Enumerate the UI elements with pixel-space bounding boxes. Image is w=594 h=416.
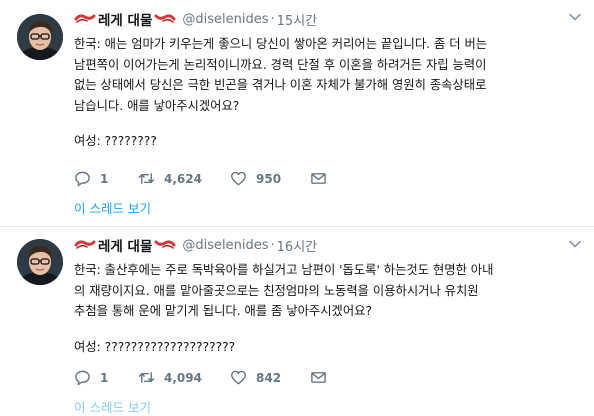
separator-dot: ·: [270, 11, 275, 27]
avatar[interactable]: [17, 239, 63, 285]
tweet-text-line: 남편쪽이 이어가는게 논리적이니까요. 경력 단절 후 이혼을 하려거든 자립 …: [74, 57, 487, 72]
envelope-icon: [311, 372, 326, 383]
korea-flag-emoji-icon: [154, 14, 176, 23]
tweet-text-line: 여성: ????????: [74, 134, 157, 148]
user-handle[interactable]: @diselenides: [182, 238, 268, 253]
tweet[interactable]: 레게 대물 @diselenides · 15시간 한국: 애는 엄마가 키우는…: [0, 0, 594, 226]
retweet-count: 4,624: [164, 171, 202, 186]
direct-message-button[interactable]: [310, 170, 327, 187]
tweet-text-line: 한국: 애는 엄마가 키우는게 좋으니 당신이 쌓아온 커리어는 끝입니다. 좀…: [74, 37, 488, 51]
chevron-down-icon[interactable]: [568, 10, 582, 24]
tweet-text-line: 남습니다. 애를 낳아주시겠어요?: [74, 98, 240, 113]
display-name[interactable]: 레게 대물: [98, 235, 152, 255]
like-count: 842: [256, 370, 282, 385]
like-button[interactable]: 842: [230, 369, 310, 386]
chevron-down-icon[interactable]: [568, 237, 582, 251]
like-button[interactable]: 950: [230, 170, 310, 187]
korea-flag-emoji-icon: [154, 240, 176, 249]
tweet-text-line: 여성: ????????????????????: [74, 339, 236, 354]
envelope-icon: [311, 173, 326, 184]
reply-button[interactable]: 1: [74, 369, 138, 386]
retweet-icon: [138, 372, 155, 383]
retweet-button[interactable]: 4,094: [138, 369, 230, 386]
tweet-text-line: 추첨을 통해 운에 맡기게 됩니다. 애를 좀 낳아주시겠어요?: [74, 304, 372, 318]
timestamp[interactable]: 15시간: [277, 10, 317, 29]
tweet-content: 레게 대물 @diselenides · 15시간 한국: 애는 엄마가 키우는…: [74, 9, 580, 152]
tweet-content: 레게 대물 @diselenides · 16시간 한국: 출산후에는 주로 독…: [74, 235, 580, 357]
tweet-text: 한국: 애는 엄마가 키우는게 좋으니 당신이 쌓아온 커리어는 끝입니다. 좀…: [74, 34, 580, 152]
direct-message-button[interactable]: [310, 369, 327, 386]
tweet-text-line: 의 재량이지요. 애를 맡아줄곳으로는 친정엄마의 노동력을 이용하시거나 유치…: [74, 283, 479, 298]
reply-count: 1: [100, 171, 109, 186]
tweet-header: 레게 대물 @diselenides · 16시간: [74, 235, 580, 255]
reply-count: 1: [100, 370, 109, 385]
tweet-header: 레게 대물 @diselenides · 15시간: [74, 9, 580, 29]
tweet-actions: 1 4,624 950: [74, 170, 327, 187]
tweet-text-line: 없는 상태에서 당신은 극한 빈곤을 겪거나 이혼 자체가 불가해 영원히 종속…: [74, 78, 487, 92]
user-handle[interactable]: @diselenides: [182, 12, 268, 27]
separator-dot: ·: [270, 237, 275, 253]
display-name[interactable]: 레게 대물: [98, 9, 152, 29]
tweet[interactable]: 레게 대물 @diselenides · 16시간 한국: 출산후에는 주로 독…: [0, 226, 594, 415]
reply-button[interactable]: 1: [74, 170, 138, 187]
korea-flag-emoji-icon: [74, 240, 96, 249]
reply-icon: [75, 171, 90, 187]
show-thread-link[interactable]: 이 스레드 보기: [74, 397, 151, 416]
heart-icon: [230, 171, 247, 186]
like-count: 950: [256, 171, 282, 186]
avatar[interactable]: [17, 14, 63, 60]
heart-icon: [230, 370, 247, 385]
tweet-text-line: 한국: 출산후에는 주로 독박육아를 하실거고 남편이 '돕도록' 하는것도 현…: [74, 263, 494, 277]
retweet-button[interactable]: 4,624: [138, 170, 230, 187]
show-thread-link[interactable]: 이 스레드 보기: [74, 198, 151, 217]
timestamp[interactable]: 16시간: [277, 236, 317, 255]
tweet-feed: 레게 대물 @diselenides · 15시간 한국: 애는 엄마가 키우는…: [0, 0, 594, 415]
tweet-text: 한국: 출산후에는 주로 독박육아를 하실거고 남편이 '돕도록' 하는것도 현…: [74, 260, 580, 357]
reply-icon: [75, 370, 90, 386]
tweet-actions: 1 4,094 842: [74, 369, 327, 386]
retweet-count: 4,094: [164, 370, 202, 385]
korea-flag-emoji-icon: [74, 14, 96, 23]
retweet-icon: [138, 173, 155, 184]
